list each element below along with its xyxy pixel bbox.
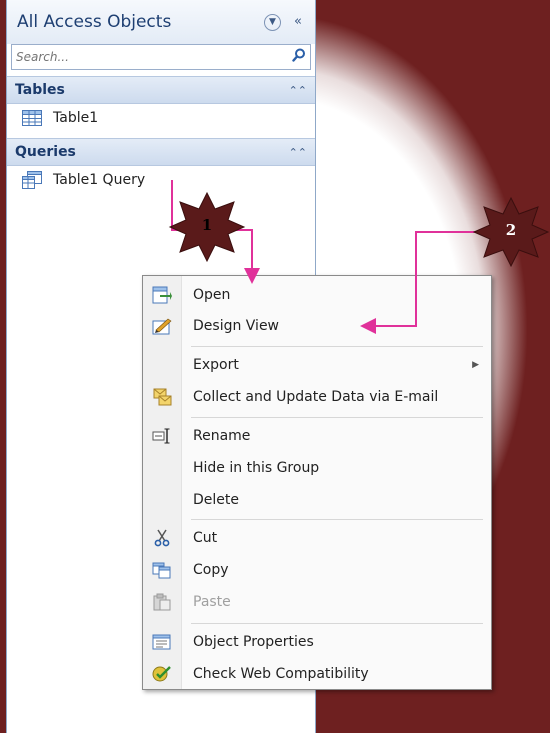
callout-star-1: 1	[168, 191, 246, 263]
callout-label-1: 1	[201, 216, 213, 234]
callout-arrows	[171, 180, 488, 334]
callout-label-2: 2	[505, 221, 517, 239]
callout-arrow-2	[360, 231, 488, 334]
callout-star-2: 2	[472, 196, 550, 268]
